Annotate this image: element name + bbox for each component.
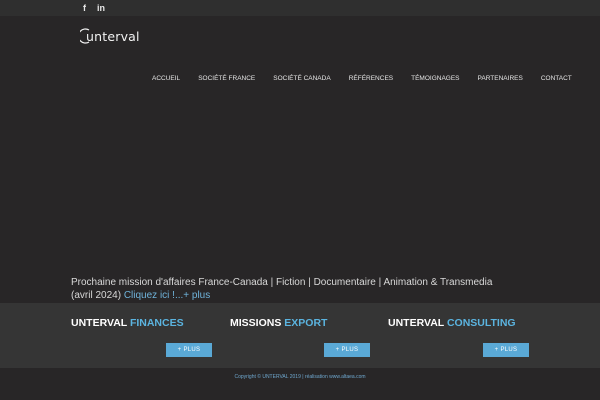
service-title-main: UNTERVAL <box>388 317 445 329</box>
service-title-main: UNTERVAL <box>71 317 128 329</box>
logo[interactable]: unterval <box>80 28 140 48</box>
nav-item-references[interactable]: RÉFÉRENCES <box>349 75 393 82</box>
service-title-main: MISSIONS <box>230 317 282 329</box>
service-title-accent: EXPORT <box>284 317 328 329</box>
top-bar: f in <box>0 0 600 16</box>
consulting-plus-button[interactable]: + PLUS <box>483 343 529 357</box>
nav-item-societe-canada[interactable]: SOCIÉTÉ CANADA <box>273 75 330 82</box>
service-title-finances: UNTERVAL FINANCES <box>71 317 184 329</box>
facebook-icon[interactable]: f <box>83 3 86 13</box>
announcement: Prochaine mission d'affaires France-Cana… <box>71 276 511 302</box>
linkedin-icon[interactable]: in <box>97 3 105 13</box>
nav-item-societe-france[interactable]: SOCIÉTÉ FRANCE <box>198 75 255 82</box>
services-band: UNTERVAL FINANCES + PLUS MISSIONS EXPORT… <box>0 303 600 368</box>
announcement-link[interactable]: Cliquez ici !...+ plus <box>124 290 210 301</box>
service-title-accent: FINANCES <box>129 317 184 329</box>
finances-plus-button[interactable]: + PLUS <box>166 343 212 357</box>
logo-text: unterval <box>86 29 140 44</box>
nav-item-temoignages[interactable]: TÉMOIGNAGES <box>411 75 459 82</box>
service-title-accent: CONSULTING <box>446 317 516 329</box>
header: unterval ACCUEIL SOCIÉTÉ FRANCE SOCIÉTÉ … <box>0 16 600 303</box>
nav-item-accueil[interactable]: ACCUEIL <box>152 75 180 82</box>
footer-copyright[interactable]: Copyright © UNTERVAL 2019 | réalisation … <box>0 374 600 380</box>
service-title-consulting: UNTERVAL CONSULTING <box>388 317 516 329</box>
nav-item-contact[interactable]: CONTACT <box>541 75 572 82</box>
export-plus-button[interactable]: + PLUS <box>324 343 370 357</box>
service-title-export: MISSIONS EXPORT <box>230 317 327 329</box>
nav-item-partenaires[interactable]: PARTENAIRES <box>478 75 523 82</box>
footer: Copyright © UNTERVAL 2019 | réalisation … <box>0 368 600 400</box>
main-nav: ACCUEIL SOCIÉTÉ FRANCE SOCIÉTÉ CANADA RÉ… <box>152 75 572 82</box>
